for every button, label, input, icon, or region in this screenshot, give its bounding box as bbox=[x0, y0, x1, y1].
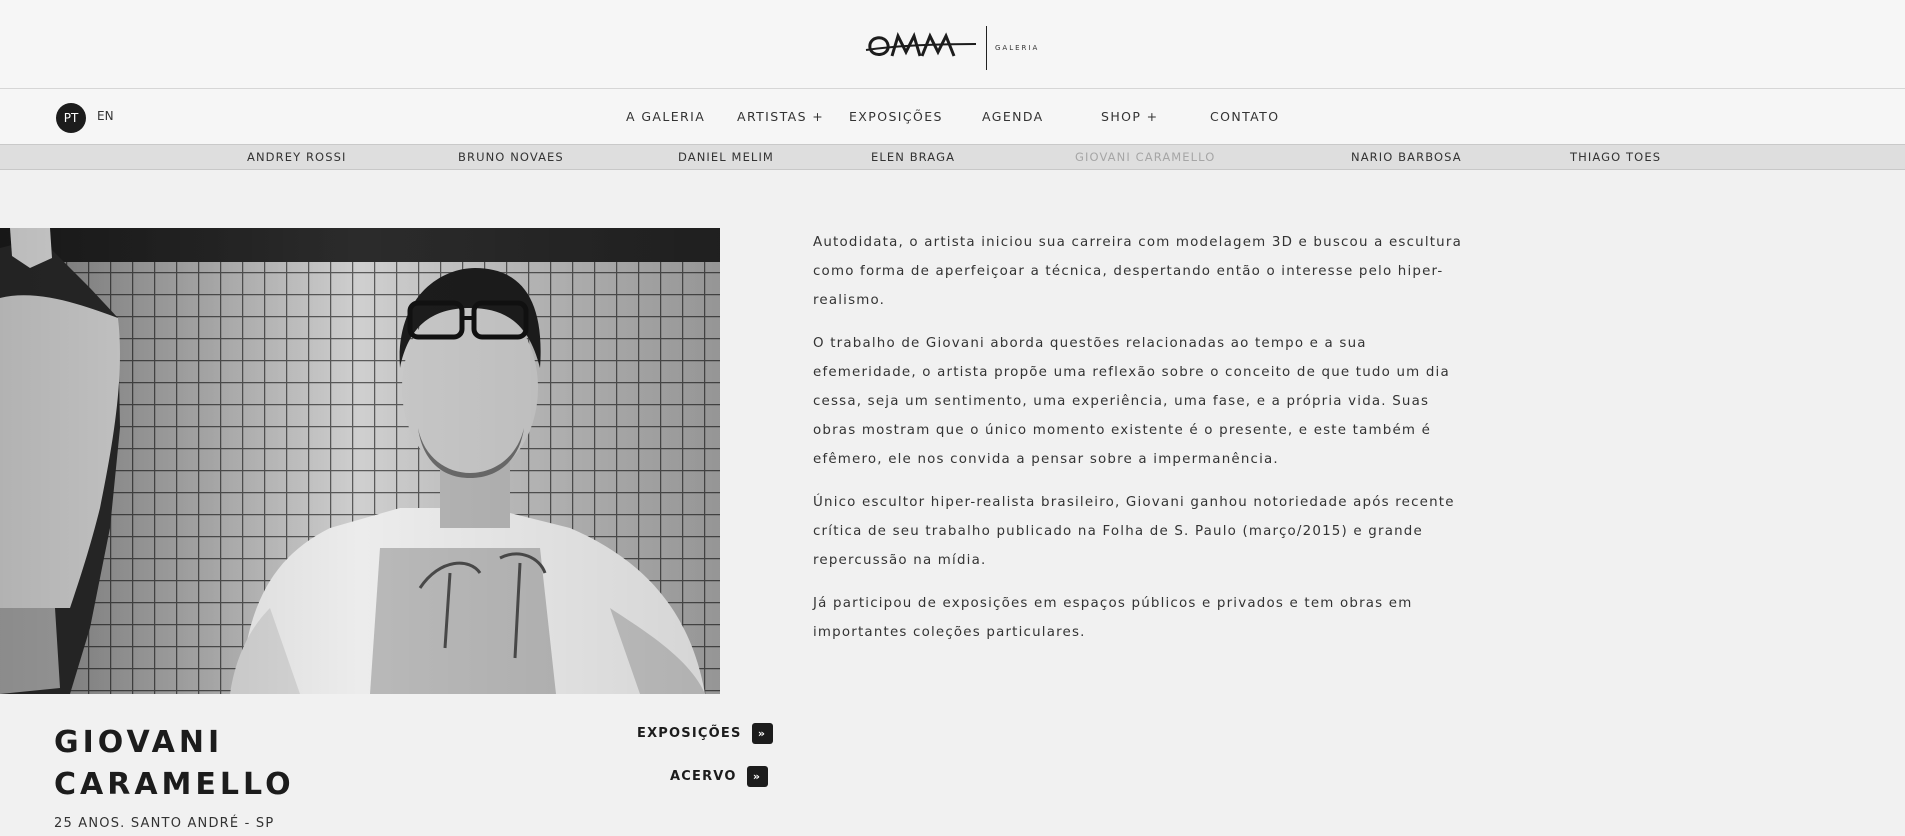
nav-item-contato[interactable]: CONTATO bbox=[1210, 109, 1279, 124]
exposicoes-link[interactable]: EXPOSIÇÕES » bbox=[637, 723, 773, 744]
artist-name-line1: GIOVANI bbox=[54, 725, 224, 760]
bio-paragraph: O trabalho de Giovani aborda questões re… bbox=[813, 336, 1450, 467]
oma-logo-mark bbox=[865, 31, 977, 57]
subnav-item-thiago-toes[interactable]: THIAGO TOES bbox=[1570, 150, 1661, 164]
main-nav: PT EN A GALERIA ARTISTAS + EXPOSIÇÕES AG… bbox=[0, 89, 1905, 145]
bio-paragraph: Único escultor hiper-realista brasileiro… bbox=[813, 495, 1455, 568]
bio-paragraph: Já participou de exposições em espaços p… bbox=[813, 596, 1413, 640]
nav-item-a-galeria[interactable]: A GALERIA bbox=[626, 109, 705, 124]
subnav-item-daniel-melim[interactable]: DANIEL MELIM bbox=[678, 150, 774, 164]
lang-en-button[interactable]: EN bbox=[97, 109, 114, 123]
artist-photo bbox=[0, 228, 720, 694]
artist-name-line2: CARAMELLO bbox=[54, 767, 295, 802]
lang-pt-button[interactable]: PT bbox=[56, 103, 86, 133]
double-chevron-right-icon: » bbox=[746, 766, 768, 787]
acervo-link-label: ACERVO bbox=[670, 769, 737, 784]
subnav-item-elen-braga[interactable]: ELEN BRAGA bbox=[871, 150, 955, 164]
nav-item-shop[interactable]: SHOP + bbox=[1101, 109, 1159, 124]
subnav-item-bruno-novaes[interactable]: BRUNO NOVAES bbox=[458, 150, 564, 164]
logo-subtitle: GALERIA bbox=[995, 44, 1040, 52]
bio-paragraph: Autodidata, o artista iniciou sua carrei… bbox=[813, 235, 1462, 308]
nav-item-agenda[interactable]: AGENDA bbox=[982, 109, 1044, 124]
nav-item-artistas[interactable]: ARTISTAS + bbox=[737, 109, 824, 124]
oma-galeria-logo[interactable]: GALERIA bbox=[864, 24, 1044, 72]
subnav-item-giovani-caramello[interactable]: GIOVANI CARAMELLO bbox=[1075, 150, 1215, 164]
subnav-item-nario-barbosa[interactable]: NARIO BARBOSA bbox=[1351, 150, 1462, 164]
site-header: GALERIA bbox=[0, 0, 1905, 89]
exposicoes-link-label: EXPOSIÇÕES bbox=[637, 726, 742, 741]
artist-name: GIOVANI CARAMELLO bbox=[54, 722, 295, 806]
nav-item-exposicoes[interactable]: EXPOSIÇÕES bbox=[849, 109, 943, 124]
logo-divider bbox=[986, 26, 987, 70]
artist-biography: Autodidata, o artista iniciou sua carrei… bbox=[813, 228, 1463, 661]
artist-age-location: 25 ANOS. SANTO ANDRÉ - SP bbox=[54, 816, 275, 831]
acervo-link[interactable]: ACERVO » bbox=[670, 766, 768, 787]
artists-subnav: ANDREY ROSSI BRUNO NOVAES DANIEL MELIM E… bbox=[0, 145, 1905, 170]
subnav-item-andrey-rossi[interactable]: ANDREY ROSSI bbox=[247, 150, 347, 164]
double-chevron-right-icon: » bbox=[751, 723, 773, 744]
